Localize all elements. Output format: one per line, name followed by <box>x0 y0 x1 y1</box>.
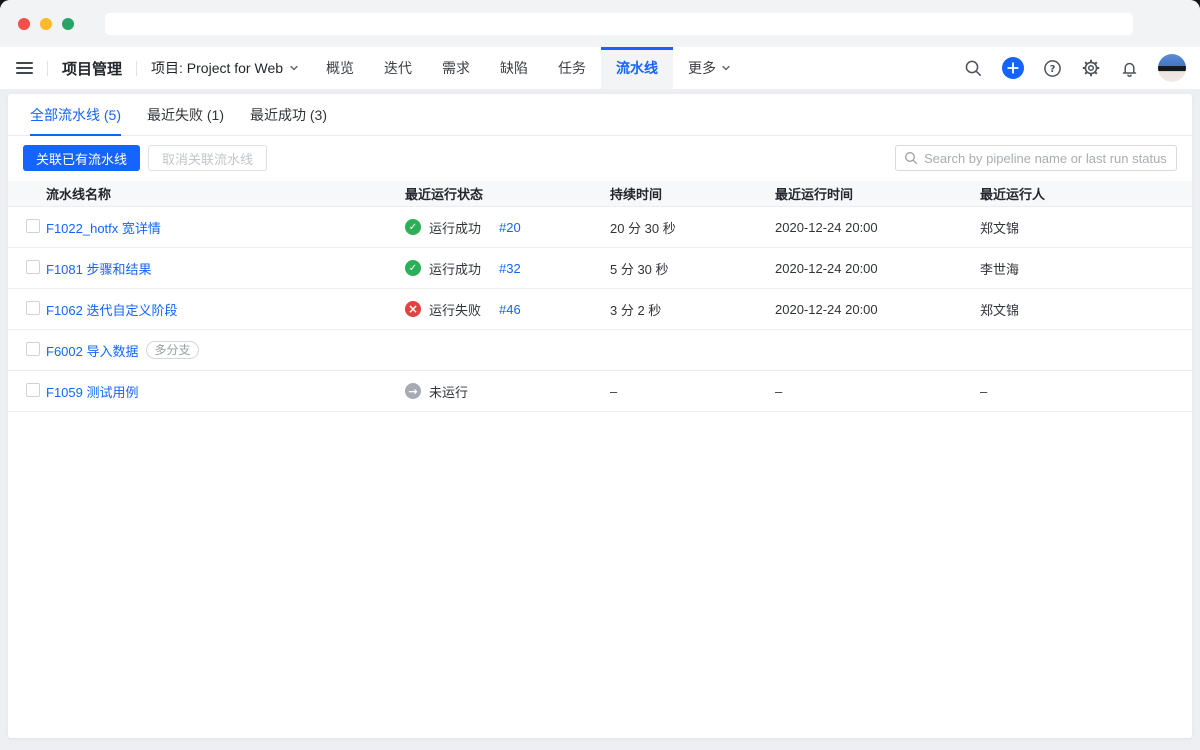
duration-cell: 20 分 30 秒 <box>610 218 775 237</box>
last-runner-cell: 李世海 <box>980 259 1192 278</box>
help-icon[interactable]: ? <box>1043 59 1062 78</box>
row-checkbox[interactable] <box>26 219 40 233</box>
pipeline-search[interactable] <box>895 145 1177 171</box>
table-row: F1081 步骤和结果 ✓ 运行成功 #32 5 分 30 秒 2020-12-… <box>8 248 1192 289</box>
duration-cell: 3 分 2 秒 <box>610 300 775 319</box>
app-title: 项目管理 <box>62 47 122 89</box>
table-row: F1059 测试用例 → 未运行 – – – <box>8 371 1192 412</box>
row-checkbox[interactable] <box>26 260 40 274</box>
main-nav: 概览 迭代 需求 缺陷 任务 流水线 更多 <box>311 47 746 89</box>
nav-tab-5[interactable]: 任务 <box>543 47 601 89</box>
pipeline-search-input[interactable] <box>924 151 1168 166</box>
nav-tab-label: 任务 <box>558 58 586 78</box>
build-number-link[interactable]: #20 <box>499 220 521 235</box>
chevron-down-icon <box>721 63 731 73</box>
project-selector[interactable]: 项目: Project for Web <box>151 58 299 78</box>
table-row: F6002 导入数据 多分支 <box>8 330 1192 371</box>
column-header: 流水线名称 <box>46 184 405 203</box>
status-label: 运行成功 <box>429 259 481 278</box>
row-checkbox[interactable] <box>26 383 40 397</box>
toolbar: 关联已有流水线 取消关联流水线 <box>8 136 1192 171</box>
project-selector-label: 项目: Project for Web <box>151 58 283 78</box>
status-icon: ✓ <box>405 260 421 276</box>
status-icon: ✓ <box>405 219 421 235</box>
content-card: 全部流水线 (5) 最近失败 (1) 最近成功 (3) 关联已有流水线 取消关联流水… <box>8 94 1192 738</box>
nav-tab-3[interactable]: 需求 <box>427 47 485 89</box>
status-icon: × <box>405 301 421 317</box>
column-header: 最近运行人 <box>980 184 1192 203</box>
nav-tab-label: 需求 <box>442 58 470 78</box>
multi-branch-badge: 多分支 <box>146 341 198 359</box>
divider <box>47 61 48 76</box>
status-label: 运行失败 <box>429 300 481 319</box>
pipeline-name-link[interactable]: F1022_hotfx 宽详情 <box>46 218 161 237</box>
status-icon: → <box>405 383 421 399</box>
nav-tab-6[interactable]: 流水线 <box>601 47 673 89</box>
svg-text:?: ? <box>1050 64 1056 75</box>
browser-window: 项目管理 项目: Project for Web 概览 迭代 需求 缺陷 任务 流水线 更多… <box>0 0 1200 750</box>
column-header: 最近运行时间 <box>775 184 980 203</box>
last-run-time-cell: 2020-12-24 20:00 <box>775 220 980 235</box>
last-runner-cell: – <box>980 384 1192 399</box>
last-run-time-cell: 2020-12-24 20:00 <box>775 261 980 276</box>
build-number-link[interactable]: #32 <box>499 261 521 276</box>
last-runner-cell: 郑文锦 <box>980 300 1192 319</box>
last-runner-cell: 郑文锦 <box>980 218 1192 237</box>
nav-tab-4[interactable]: 缺陷 <box>485 47 543 89</box>
table-header: 流水线名称最近运行状态持续时间最近运行时间最近运行人 <box>8 181 1192 207</box>
nav-tab-label: 迭代 <box>384 58 412 78</box>
pipeline-name-link[interactable]: F1062 迭代自定义阶段 <box>46 300 177 319</box>
traffic-lights <box>18 18 74 30</box>
divider <box>136 61 137 76</box>
avatar[interactable] <box>1158 54 1186 82</box>
app-header: 项目管理 项目: Project for Web 概览 迭代 需求 缺陷 任务 流水线 更多… <box>0 47 1200 90</box>
pipeline-tab-2[interactable]: 最近失败 (1) <box>147 94 224 135</box>
nav-tab-label: 更多 <box>688 58 716 78</box>
last-run-time-cell: 2020-12-24 20:00 <box>775 302 980 317</box>
notifications-bell-icon[interactable] <box>1120 59 1139 78</box>
window-chrome <box>0 0 1200 47</box>
pipeline-tab-3[interactable]: 最近成功 (3) <box>250 94 327 135</box>
pipeline-tabs: 全部流水线 (5) 最近失败 (1) 最近成功 (3) <box>8 94 1192 136</box>
nav-tab-label: 流水线 <box>616 58 658 78</box>
zoom-window-button[interactable] <box>62 18 74 30</box>
menu-icon[interactable] <box>16 62 33 74</box>
status-label: 未运行 <box>429 382 468 401</box>
column-header: 持续时间 <box>610 184 775 203</box>
nav-tab-1[interactable]: 概览 <box>311 47 369 89</box>
minimize-window-button[interactable] <box>40 18 52 30</box>
chevron-down-icon <box>289 63 299 73</box>
pipeline-name-link[interactable]: F1059 测试用例 <box>46 382 138 401</box>
pipeline-name-link[interactable]: F1081 步骤和结果 <box>46 259 151 278</box>
nav-tab-7[interactable]: 更多 <box>673 47 746 89</box>
status-label: 运行成功 <box>429 218 481 237</box>
nav-tab-2[interactable]: 迭代 <box>369 47 427 89</box>
address-bar[interactable] <box>105 13 1133 35</box>
nav-tab-label: 概览 <box>326 58 354 78</box>
plus-icon <box>1007 62 1019 74</box>
unlink-pipeline-button[interactable]: 取消关联流水线 <box>148 145 267 171</box>
link-existing-pipeline-button[interactable]: 关联已有流水线 <box>23 145 140 171</box>
duration-cell: 5 分 30 秒 <box>610 259 775 278</box>
table-row: F1062 迭代自定义阶段 × 运行失败 #46 3 分 2 秒 2020-12… <box>8 289 1192 330</box>
column-header: 最近运行状态 <box>405 184 610 203</box>
build-number-link[interactable]: #46 <box>499 302 521 317</box>
table-row: F1022_hotfx 宽详情 ✓ 运行成功 #20 20 分 30 秒 202… <box>8 207 1192 248</box>
row-checkbox[interactable] <box>26 301 40 315</box>
header-actions: ? <box>964 47 1200 89</box>
search-icon[interactable] <box>964 59 983 78</box>
table-body: F1022_hotfx 宽详情 ✓ 运行成功 #20 20 分 30 秒 202… <box>8 207 1192 412</box>
row-checkbox[interactable] <box>26 342 40 356</box>
last-run-time-cell: – <box>775 384 980 399</box>
duration-cell: – <box>610 384 775 399</box>
search-icon <box>904 151 918 165</box>
create-button[interactable] <box>1002 57 1024 79</box>
pipeline-tab-1[interactable]: 全部流水线 (5) <box>30 94 121 135</box>
settings-gear-icon[interactable] <box>1081 58 1101 78</box>
pipeline-name-link[interactable]: F6002 导入数据 <box>46 341 138 360</box>
nav-tab-label: 缺陷 <box>500 58 528 78</box>
close-window-button[interactable] <box>18 18 30 30</box>
